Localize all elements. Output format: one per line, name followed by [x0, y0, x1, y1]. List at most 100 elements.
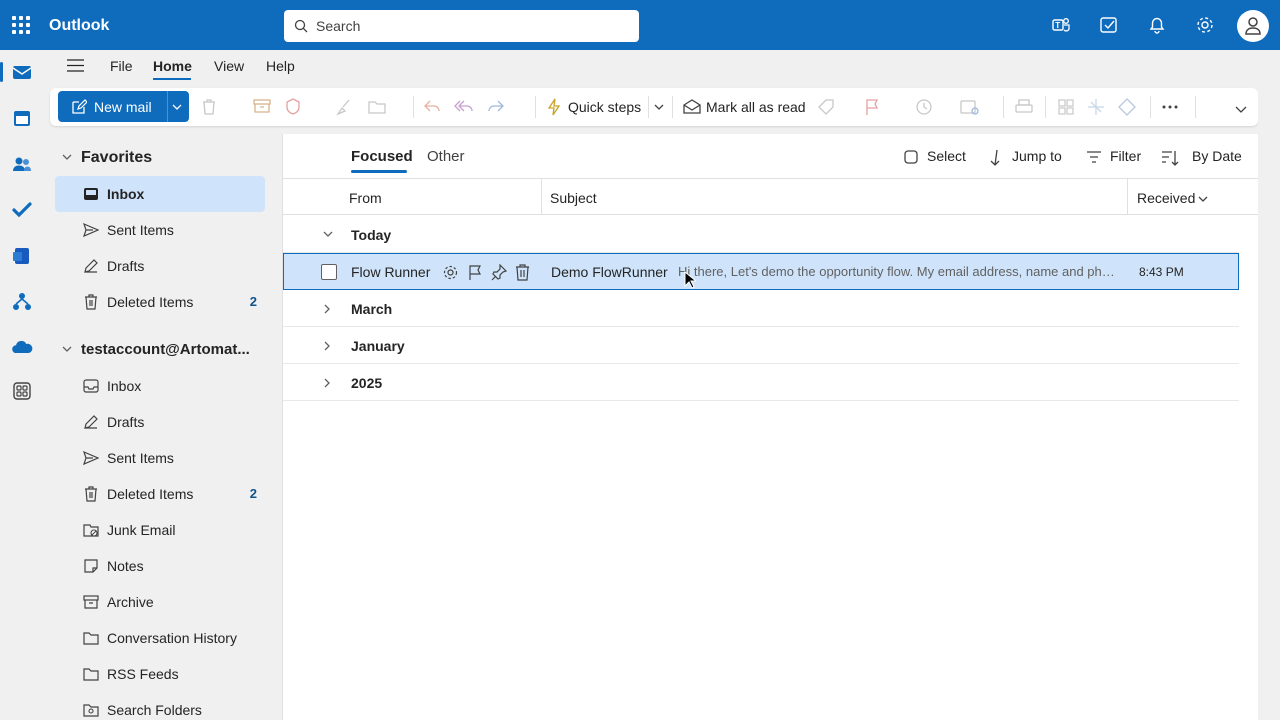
chevron-down-icon[interactable] [654, 103, 664, 111]
teams-icon[interactable]: T [1050, 14, 1072, 36]
tab-file[interactable]: File [110, 58, 133, 74]
pencil-icon [84, 259, 98, 273]
folder-sent[interactable]: Sent Items [55, 440, 265, 476]
folder-favorites-drafts[interactable]: Drafts [55, 248, 265, 284]
delete-icon[interactable] [201, 98, 217, 116]
sparkle-icon[interactable] [1087, 98, 1105, 116]
mail-icon[interactable] [11, 61, 33, 83]
forward-icon[interactable] [487, 98, 505, 114]
app-title[interactable]: Outlook [49, 17, 109, 35]
tab-focused[interactable]: Focused [351, 148, 413, 165]
folder-label: Inbox [107, 378, 142, 394]
group-march[interactable]: March [283, 290, 1239, 327]
folder-drafts[interactable]: Drafts [55, 404, 265, 440]
account-header[interactable]: testaccount@Artomat... [81, 341, 250, 358]
more-icon[interactable] [1161, 104, 1179, 110]
sweep-icon[interactable] [335, 98, 353, 116]
settings-icon[interactable] [1194, 14, 1216, 36]
folder-rss-feeds[interactable]: RSS Feeds [55, 656, 265, 692]
group-today[interactable]: Today [283, 216, 1239, 253]
column-subject[interactable]: Subject [550, 190, 597, 206]
print-icon[interactable] [1015, 98, 1033, 116]
mark-all-read-button[interactable]: Mark all as read [706, 99, 806, 115]
folder-deleted[interactable]: Deleted Items 2 [55, 476, 265, 512]
separator [413, 96, 414, 118]
folder-archive[interactable]: Archive [55, 584, 265, 620]
separator [1150, 96, 1151, 118]
column-from[interactable]: From [349, 190, 382, 206]
reply-icon[interactable] [423, 98, 441, 114]
right-gutter [1258, 50, 1280, 720]
pin-icon[interactable] [491, 264, 507, 281]
column-received[interactable]: Received [1137, 190, 1195, 206]
column-divider[interactable] [1127, 179, 1128, 215]
onedrive-icon[interactable] [11, 337, 33, 359]
todo-icon[interactable] [11, 199, 33, 221]
flag-icon[interactable] [468, 264, 483, 281]
reply-all-icon[interactable] [454, 98, 474, 114]
message-row[interactable]: Flow Runner Demo FlowRunner Hi there, Le… [283, 253, 1239, 290]
favorites-header[interactable]: Favorites [81, 149, 152, 167]
group-2025[interactable]: 2025 [283, 364, 1239, 401]
row-checkbox[interactable] [321, 264, 337, 280]
message-time: 8:43 PM [1139, 265, 1184, 279]
folder-junk[interactable]: Junk Email [55, 512, 265, 548]
folder-search-folders[interactable]: Search Folders [55, 692, 265, 720]
flag-icon[interactable] [864, 98, 880, 116]
folder-conversation-history[interactable]: Conversation History [55, 620, 265, 656]
folder-favorites-deleted[interactable]: Deleted Items 2 [55, 284, 265, 320]
hamburger-icon[interactable] [67, 59, 84, 72]
settings-icon[interactable] [442, 264, 459, 281]
move-to-icon[interactable] [368, 98, 388, 116]
folder-label: Search Folders [107, 702, 202, 718]
clock-icon[interactable] [915, 98, 933, 116]
rules-icon[interactable] [960, 98, 980, 116]
shield-icon[interactable] [285, 98, 301, 116]
chevron-down-icon[interactable] [172, 103, 182, 111]
app-rail [0, 50, 44, 720]
folder-favorites-inbox[interactable]: Inbox [55, 176, 265, 212]
power-automate-icon[interactable] [11, 291, 33, 313]
apps-icon[interactable] [1057, 98, 1075, 116]
envelope-open-icon[interactable] [683, 98, 701, 114]
tab-home[interactable]: Home [153, 58, 192, 74]
unread-count: 2 [249, 486, 257, 501]
chevron-down-icon[interactable] [62, 345, 72, 353]
search-box[interactable] [284, 10, 639, 42]
loop-icon[interactable] [1118, 98, 1136, 116]
avatar[interactable] [1237, 10, 1269, 42]
checkbox-icon [904, 150, 918, 164]
notes-icon[interactable] [1098, 14, 1120, 36]
folder-pane: Favorites Inbox Sent Items Drafts Delete… [44, 134, 280, 720]
folder-inbox[interactable]: Inbox [55, 368, 265, 404]
tag-icon[interactable] [817, 98, 835, 116]
tab-view[interactable]: View [214, 58, 244, 74]
lightning-icon[interactable] [547, 98, 561, 116]
arrow-down-icon [990, 149, 1000, 166]
folder-notes[interactable]: Notes [55, 548, 265, 584]
tab-help[interactable]: Help [266, 58, 295, 74]
new-mail-button[interactable]: New mail [58, 91, 189, 122]
delete-icon[interactable] [515, 264, 530, 281]
word-icon[interactable] [11, 245, 33, 267]
quick-steps-button[interactable]: Quick steps [568, 99, 641, 115]
folder-favorites-sent[interactable]: Sent Items [55, 212, 265, 248]
group-january[interactable]: January [283, 327, 1239, 364]
chevron-down-icon[interactable] [1198, 195, 1208, 203]
people-icon[interactable] [11, 153, 33, 175]
column-header: From Subject Received [283, 178, 1259, 215]
folder-icon [83, 632, 99, 645]
ribbon-collapse-icon[interactable] [1235, 105, 1247, 113]
chevron-down-icon[interactable] [62, 153, 72, 161]
chevron-right-icon [324, 304, 330, 314]
folder-label: Drafts [107, 414, 145, 430]
more-apps-icon[interactable] [11, 380, 33, 402]
app-launcher-icon[interactable] [12, 16, 30, 34]
calendar-icon[interactable] [11, 107, 33, 129]
column-divider[interactable] [541, 179, 542, 215]
search-input[interactable] [316, 16, 626, 36]
bell-icon[interactable] [1146, 14, 1168, 36]
separator [1195, 96, 1196, 118]
tab-other[interactable]: Other [427, 148, 465, 165]
archive-icon[interactable] [253, 98, 271, 114]
